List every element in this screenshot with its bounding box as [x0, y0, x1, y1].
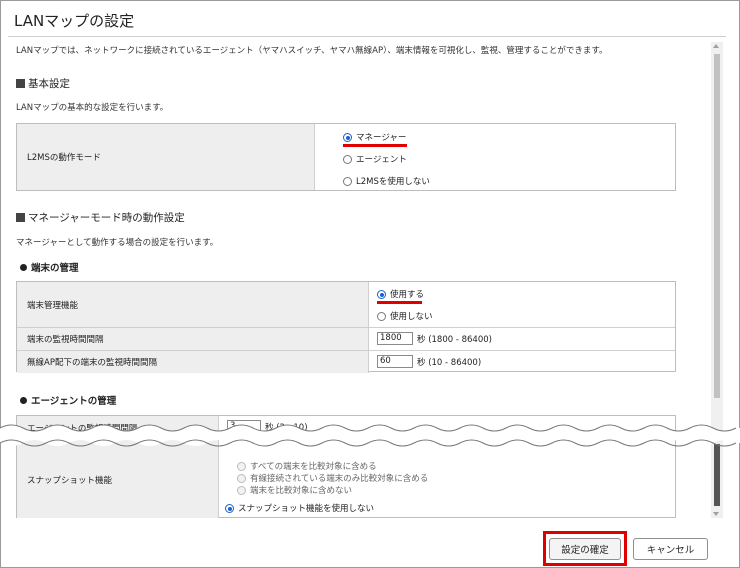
cancel-button[interactable]: キャンセル	[633, 538, 708, 560]
ap-monitor-input[interactable]: 60	[377, 355, 413, 368]
radio-snapshot-all-label: すべての端末を比較対象に含める	[250, 462, 377, 472]
radio-terminal-disable-label: 使用しない	[390, 312, 433, 322]
terminal-monitor-row: 端末の監視時間間隔 1800 秒 (1800 - 86400)	[17, 327, 675, 350]
scroll-down-arrow-icon[interactable]	[713, 512, 719, 516]
radio-disabled-icon[interactable]	[237, 462, 246, 471]
radio-selected-icon[interactable]	[377, 290, 386, 299]
l2ms-mode-label: L2MSの動作モード	[17, 124, 315, 190]
page-title: LANマップの設定	[14, 12, 135, 30]
terminal-management-heading: 端末の管理	[20, 260, 79, 274]
scrollbar-thumb[interactable]	[714, 54, 720, 398]
terminal-function-row: 端末管理機能 使用する 使用しない	[17, 282, 675, 327]
radio-no-l2ms[interactable]: L2MSを使用しない	[343, 175, 430, 187]
ap-monitor-value: 60 秒 (10 - 86400)	[369, 351, 675, 373]
terminal-monitor-value: 1800 秒 (1800 - 86400)	[369, 328, 675, 350]
radio-agent-label: エージェント	[356, 155, 407, 165]
radio-unselected-icon[interactable]	[377, 312, 386, 321]
ap-monitor-unit: 秒 (10 - 86400)	[417, 357, 482, 368]
radio-disabled-icon[interactable]	[237, 486, 246, 495]
radio-snapshot-none-label: 端末を比較対象に含めない	[250, 486, 353, 496]
radio-terminal-enable-label: 使用する	[390, 290, 425, 300]
radio-unselected-icon[interactable]	[343, 155, 352, 164]
radio-selected-icon[interactable]	[225, 504, 234, 513]
radio-snapshot-disable-label: スナップショット機能を使用しない	[238, 504, 375, 514]
section-square-icon	[16, 213, 25, 222]
agent-management-heading-text: エージェントの管理	[31, 396, 117, 407]
radio-selected-icon[interactable]	[343, 133, 352, 142]
radio-snapshot-wired-label: 有線接続されている端末のみ比較対象に含める	[250, 474, 429, 484]
bullet-icon	[20, 397, 27, 404]
snapshot-label: スナップショット機能	[17, 440, 219, 518]
scroll-up-arrow-icon[interactable]	[713, 44, 719, 48]
radio-unselected-icon[interactable]	[343, 177, 352, 186]
terminal-monitor-label: 端末の監視時間間隔	[17, 328, 369, 350]
terminal-enable-highlight-underline	[377, 301, 422, 304]
radio-snapshot-wired[interactable]: 有線接続されている端末のみ比較対象に含める	[237, 472, 428, 484]
l2ms-mode-options: マネージャー エージェント L2MSを使用しない	[315, 124, 675, 190]
radio-manager-label: マネージャー	[356, 133, 407, 143]
ap-monitor-label: 無線AP配下の端末の監視時間間隔	[17, 351, 369, 373]
confirm-settings-button[interactable]: 設定の確定	[549, 538, 621, 560]
title-divider	[8, 36, 726, 37]
basic-settings-table: L2MSの動作モード マネージャー エージェント L2MSを使用しない	[16, 123, 676, 191]
radio-no-l2ms-label: L2MSを使用しない	[356, 177, 430, 187]
page-break-wave	[0, 424, 740, 447]
snapshot-options: すべての端末を比較対象に含める 有線接続されている端末のみ比較対象に含める 端末…	[219, 440, 675, 518]
terminal-management-heading-text: 端末の管理	[31, 263, 79, 274]
section-square-icon	[16, 79, 25, 88]
radio-agent[interactable]: エージェント	[343, 153, 407, 165]
terminal-function-options: 使用する 使用しない	[369, 282, 675, 327]
bullet-icon	[20, 264, 27, 271]
manager-settings-heading-text: マネージャーモード時の動作設定	[28, 212, 185, 224]
terminal-function-label: 端末管理機能	[17, 282, 369, 327]
radio-snapshot-all[interactable]: すべての端末を比較対象に含める	[237, 460, 377, 472]
radio-disabled-icon[interactable]	[237, 474, 246, 483]
radio-terminal-disable[interactable]: 使用しない	[377, 310, 433, 322]
scrollbar-thumb[interactable]	[714, 444, 720, 506]
terminal-monitor-input[interactable]: 1800	[377, 332, 413, 345]
terminal-management-table: 端末管理機能 使用する 使用しない 端末の監視時間間隔 1800 秒 (1800 …	[16, 281, 676, 373]
terminal-monitor-unit: 秒 (1800 - 86400)	[417, 334, 492, 345]
intro-text: LANマップでは、ネットワークに接続されているエージェント（ヤマハスイッチ、ヤマ…	[16, 46, 608, 56]
radio-manager[interactable]: マネージャー	[343, 131, 406, 143]
radio-snapshot-none[interactable]: 端末を比較対象に含めない	[237, 484, 352, 496]
basic-settings-heading: 基本設定	[16, 76, 70, 91]
manager-settings-description: マネージャーとして動作する場合の設定を行います。	[16, 238, 219, 248]
radio-terminal-enable[interactable]: 使用する	[377, 288, 424, 300]
manager-highlight-underline	[343, 144, 407, 147]
radio-snapshot-disable[interactable]: スナップショット機能を使用しない	[225, 502, 374, 514]
manager-settings-heading: マネージャーモード時の動作設定	[16, 210, 185, 225]
basic-settings-description: LANマップの基本的な設定を行います。	[16, 103, 169, 113]
ap-monitor-row: 無線AP配下の端末の監視時間間隔 60 秒 (10 - 86400)	[17, 350, 675, 373]
agent-management-heading: エージェントの管理	[20, 393, 116, 407]
basic-settings-heading-text: 基本設定	[28, 78, 70, 90]
